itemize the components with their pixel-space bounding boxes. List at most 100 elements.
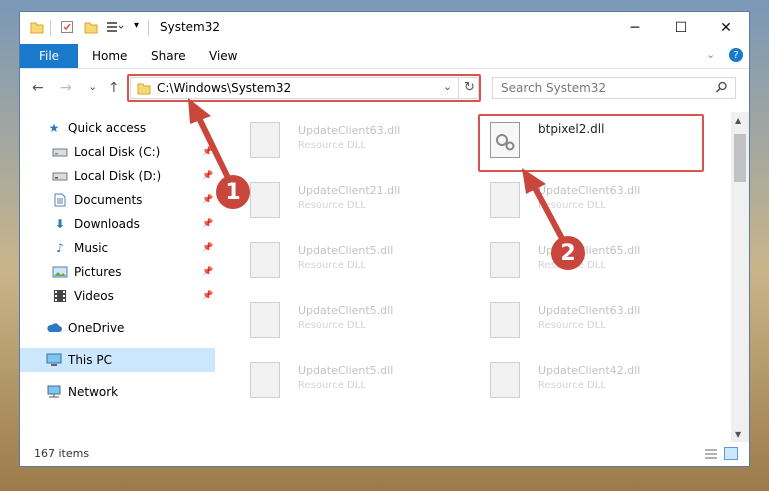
up-button[interactable]: ↑ <box>108 80 120 96</box>
pin-icon: 📌 <box>202 291 214 301</box>
sidebar-item-network[interactable]: Network <box>46 380 118 404</box>
search-input[interactable]: Search System32 <box>492 77 736 99</box>
sidebar-item-label: OneDrive <box>68 321 125 335</box>
scroll-down-icon[interactable]: ▼ <box>735 430 741 439</box>
tab-view[interactable]: View <box>209 44 237 68</box>
sidebar-item-label: Pictures <box>74 265 122 279</box>
sidebar-item-local-disk-c[interactable]: Local Disk (C:) <box>52 140 160 164</box>
sidebar-item-label: Music <box>74 241 109 255</box>
expand-ribbon-icon[interactable]: ⌄ <box>706 48 715 61</box>
item-count: 167 items <box>34 447 90 460</box>
sidebar-item-documents[interactable]: Documents <box>52 188 142 212</box>
new-folder-icon[interactable] <box>84 20 98 36</box>
sidebar-item-label: Documents <box>74 193 143 207</box>
ribbon-tabs: File Home Share View ⌄ ? <box>20 44 749 69</box>
dll-file-icon <box>250 302 280 338</box>
file-name: UpdateClient63.dll <box>538 304 641 317</box>
scroll-up-icon[interactable]: ▲ <box>735 116 741 125</box>
sidebar-item-label: Videos <box>74 289 114 303</box>
dll-file-icon <box>490 302 520 338</box>
sidebar-item-label: Local Disk (D:) <box>74 169 162 183</box>
dll-file-icon <box>490 182 520 218</box>
vertical-scrollbar[interactable]: ▲ ▼ <box>731 112 749 442</box>
sidebar-item-music[interactable]: ♪ Music <box>52 236 108 260</box>
sidebar-item-quick-access[interactable]: ★ Quick access <box>46 116 147 140</box>
minimize-button[interactable]: ─ <box>612 12 658 44</box>
explorer-window: ▾ System32 ─ ☐ ✕ File Home Share View ⌄ … <box>19 11 750 467</box>
file-tile[interactable]: UpdateClient5.dll Resource DLL <box>238 236 468 286</box>
sidebar-item-label: This PC <box>68 353 112 367</box>
file-type: Resource DLL <box>298 140 366 151</box>
annotation-badge-2: 2 <box>551 236 585 270</box>
file-name: UpdateClient42.dll <box>538 364 641 377</box>
recent-locations-button[interactable]: ⌄ <box>88 80 97 93</box>
file-type: Resource DLL <box>538 380 606 391</box>
sidebar-item-onedrive[interactable]: OneDrive <box>46 316 124 340</box>
pin-icon: 📌 <box>202 147 214 157</box>
file-tile[interactable]: UpdateClient63.dll Resource DLL <box>238 116 468 166</box>
file-name: UpdateClient5.dll <box>298 364 394 377</box>
back-button[interactable]: ← <box>32 80 44 96</box>
sidebar-item-label: Quick access <box>68 121 147 135</box>
customize-toolbar-icon[interactable]: ▾ <box>134 20 139 36</box>
search-placeholder: Search System32 <box>501 81 607 95</box>
sidebar-item-local-disk-d[interactable]: Local Disk (D:) <box>52 164 161 188</box>
file-name: UpdateClient63.dll <box>538 184 641 197</box>
file-tile[interactable]: UpdateClient21.dll Resource DLL <box>238 176 468 226</box>
search-icon <box>715 81 728 97</box>
file-tab[interactable]: File <box>20 44 78 68</box>
dll-file-icon <box>250 122 280 158</box>
sidebar-item-downloads[interactable]: ⬇ Downloads <box>52 212 140 236</box>
properties-icon[interactable] <box>60 20 74 36</box>
drive-icon <box>52 144 68 160</box>
file-name: UpdateClient5.dll <box>298 304 394 317</box>
pictures-icon <box>52 264 68 280</box>
sidebar-item-videos[interactable]: Videos <box>52 284 114 308</box>
videos-icon <box>52 288 68 304</box>
window-title: System32 <box>160 20 221 34</box>
file-type: Resource DLL <box>538 320 606 331</box>
computer-icon <box>46 352 62 368</box>
dll-file-icon <box>250 242 280 278</box>
folder-icon[interactable] <box>30 20 44 36</box>
pin-icon: 📌 <box>202 195 214 205</box>
close-button[interactable]: ✕ <box>703 12 749 44</box>
file-tile[interactable]: UpdateClient5.dll Resource DLL <box>238 296 468 346</box>
documents-icon <box>52 192 68 208</box>
cloud-icon <box>46 320 62 336</box>
file-type: Resource DLL <box>298 200 366 211</box>
file-tile[interactable]: UpdateClient63.dll Resource DLL <box>478 296 708 346</box>
file-type: Resource DLL <box>298 260 366 271</box>
tab-home[interactable]: Home <box>92 44 127 68</box>
file-tile[interactable]: UpdateClient42.dll Resource DLL <box>478 356 708 406</box>
tiles-view-icon[interactable] <box>724 447 738 460</box>
forward-button[interactable]: → <box>60 80 72 96</box>
file-name: UpdateClient5.dll <box>298 244 394 257</box>
file-name: UpdateClient21.dll <box>298 184 401 197</box>
file-tile[interactable]: UpdateClient5.dll Resource DLL <box>238 356 468 406</box>
sidebar-item-label: Local Disk (C:) <box>74 145 161 159</box>
scrollbar-thumb[interactable] <box>734 134 746 182</box>
details-view-icon[interactable] <box>704 448 718 463</box>
file-type: Resource DLL <box>298 380 366 391</box>
file-highlight-box <box>478 114 704 172</box>
status-bar: 167 items <box>20 442 749 466</box>
navigation-bar: ← → ⌄ ↑ C:\Windows\System32 ⌄ ↻ Search S… <box>20 68 749 110</box>
file-tile[interactable]: UpdateClient65.dll Resource DLL <box>478 236 708 286</box>
file-type: Resource DLL <box>298 320 366 331</box>
sidebar-item-pictures[interactable]: Pictures <box>52 260 122 284</box>
pin-icon: 📌 <box>202 219 214 229</box>
maximize-button[interactable]: ☐ <box>658 12 704 44</box>
tab-share[interactable]: Share <box>151 44 186 68</box>
dll-file-icon <box>250 182 280 218</box>
dll-file-icon <box>250 362 280 398</box>
sidebar-item-label: Network <box>68 385 119 399</box>
downloads-icon: ⬇ <box>54 217 66 231</box>
sidebar-item-this-pc[interactable]: This PC <box>46 348 112 372</box>
help-button[interactable]: ? <box>729 48 743 62</box>
file-tile[interactable]: UpdateClient63.dll Resource DLL <box>478 176 708 226</box>
pin-icon: 📌 <box>202 267 214 277</box>
title-bar: ▾ System32 ─ ☐ ✕ <box>20 12 749 44</box>
annotation-badge-1: 1 <box>216 175 250 209</box>
view-options-icon[interactable] <box>106 20 124 36</box>
